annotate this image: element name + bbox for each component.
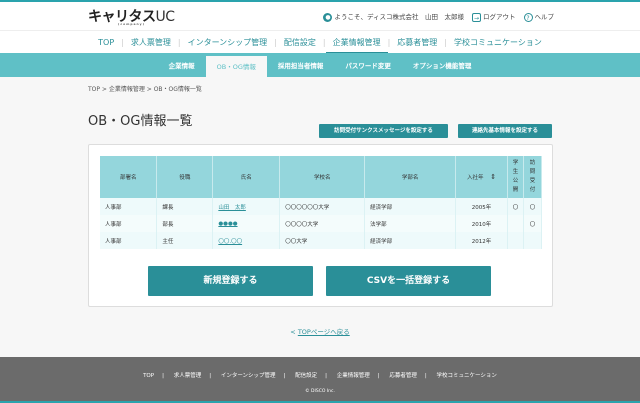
footer-link-job-postings[interactable]: 求人票管理 — [174, 373, 202, 379]
header: キャリタスUC (company) ● ようこそ、ディスコ株式会社 山田 太郎様 →… — [0, 2, 640, 30]
cell-student-public — [507, 215, 524, 232]
sort-icon[interactable]: ⇕ — [490, 173, 496, 181]
main-nav: TOP | 求人票管理 | インターンシップ管理 | 配信設定 | 企業情報管理 | 応募… — [0, 30, 640, 54]
welcome: ● ようこそ、ディスコ株式会社 山田 太郎様 — [323, 11, 464, 22]
col-position: 役職 — [156, 156, 214, 198]
logout-label: ログアウト — [483, 13, 516, 21]
separator: | — [424, 373, 427, 379]
logo-uc: UC — [155, 9, 176, 25]
table-row: 人事部 主任 〇〇.〇〇 〇〇大学 経済学部 2012年 — [100, 232, 543, 249]
name-link[interactable]: 〇〇.〇〇 — [218, 239, 242, 245]
logo-sub: (company) — [118, 22, 145, 26]
cell-join-year: 2005年 — [455, 198, 508, 215]
chevron-left-icon: < — [290, 328, 298, 336]
separator: | — [283, 373, 286, 379]
col-student-public: 学生公開 — [507, 156, 524, 198]
nav-company-info[interactable]: 企業情報管理 — [325, 31, 388, 54]
nav-top[interactable]: TOP — [91, 31, 121, 54]
col-visit-accept: 訪問受付 — [523, 156, 543, 198]
cell-name: 〇〇.〇〇 — [212, 232, 281, 249]
back-to-top: < TOPページへ戻る — [0, 326, 640, 336]
page-title: OB・OG情報一覧 — [88, 114, 193, 129]
name-link[interactable]: ●●●● — [218, 221, 237, 227]
separator: | — [162, 373, 164, 379]
separator: | — [377, 373, 380, 379]
footer-link-internship[interactable]: インターンシップ管理 — [221, 373, 276, 379]
footer-link-school-communication[interactable]: 学校コミュニケーション — [437, 373, 497, 379]
tab-option-management[interactable]: オプション機能管理 — [402, 55, 483, 77]
sub-nav: 企業情報 OB・OG情報 採用担当者情報 パスワード変更 オプション機能管理 — [0, 53, 640, 77]
nav-internship[interactable]: インターンシップ管理 — [181, 31, 275, 54]
back-to-top-link[interactable]: TOPページへ戻る — [298, 328, 350, 336]
cell-position: 部長 — [156, 215, 214, 232]
cell-school: 〇〇〇〇大学 — [279, 215, 366, 232]
cell-department: 人事部 — [100, 215, 158, 232]
cell-faculty: 経済学部 — [364, 198, 457, 215]
nav-job-postings[interactable]: 求人票管理 — [124, 31, 178, 54]
contact-info-button[interactable]: 連絡先基本情報を設定する — [458, 124, 552, 138]
tab-ob-og-info[interactable]: OB・OG情報 — [205, 56, 267, 77]
col-join-year[interactable]: 入社年 ⇕ — [455, 156, 508, 198]
footer: TOP | 求人票管理 | インターンシップ管理 | 配信設定 | 企業情報管理 | 応募… — [0, 357, 640, 403]
cell-faculty: 法学部 — [364, 215, 457, 232]
help-label: ヘルプ — [534, 13, 555, 21]
cell-name: 山田 太郎 — [212, 198, 281, 215]
footer-link-applicants[interactable]: 応募者管理 — [389, 373, 417, 379]
cell-join-year: 2012年 — [455, 232, 508, 249]
cell-department: 人事部 — [100, 232, 158, 249]
logout-icon: → — [472, 12, 481, 22]
nav-school-communication[interactable]: 学校コミュニケーション — [447, 31, 549, 54]
student-public-label: 学生公開 — [512, 160, 519, 193]
footer-nav: TOP | 求人票管理 | インターンシップ管理 | 配信設定 | 企業情報管理 | 応募… — [0, 371, 640, 379]
cell-student-public — [507, 232, 524, 249]
join-year-label: 入社年 — [466, 175, 484, 181]
logout-link[interactable]: → ログアウト — [472, 11, 516, 22]
thanks-message-button[interactable]: 訪問受付サンクスメッセージを設定する — [319, 124, 448, 138]
footer-link-company-info[interactable]: 企業情報管理 — [337, 373, 370, 379]
copyright: © DISCO Inc. — [305, 389, 335, 394]
table-row: 人事部 課長 山田 太郎 〇〇〇〇〇〇大学 経済学部 2005年 〇 〇 — [100, 198, 543, 215]
col-faculty: 学部名 — [364, 156, 457, 198]
logo[interactable]: キャリタスUC (company) — [88, 6, 175, 26]
tab-password-change[interactable]: パスワード変更 — [334, 55, 402, 77]
footer-link-delivery[interactable]: 配信設定 — [295, 373, 317, 379]
separator: | — [325, 373, 328, 379]
csv-register-button[interactable]: CSVを一括登録する — [326, 266, 491, 296]
cell-student-public: 〇 — [507, 198, 524, 215]
new-register-button[interactable]: 新規登録する — [148, 266, 313, 296]
cell-faculty: 経済学部 — [364, 232, 457, 249]
col-department: 部署名 — [100, 156, 158, 198]
cell-position: 主任 — [156, 232, 214, 249]
help-link[interactable]: ? ヘルプ — [523, 11, 555, 22]
table-header-row: 部署名 役職 氏名 学校名 学部名 入社年 ⇕ 学生公開 訪問受付 — [100, 156, 543, 198]
cell-visit-accept — [523, 232, 543, 249]
separator: | — [209, 373, 212, 379]
cell-school: 〇〇大学 — [279, 232, 366, 249]
footer-link-top[interactable]: TOP — [143, 373, 154, 379]
cell-position: 課長 — [156, 198, 214, 215]
name-link[interactable]: 山田 太郎 — [218, 205, 246, 211]
cell-department: 人事部 — [100, 198, 158, 215]
cell-visit-accept: 〇 — [523, 198, 543, 215]
help-icon: ? — [523, 12, 533, 22]
user-icon: ● — [323, 12, 333, 22]
nav-delivery[interactable]: 配信設定 — [277, 31, 323, 54]
cell-join-year: 2010年 — [455, 215, 508, 232]
col-name: 氏名 — [212, 156, 281, 198]
cell-name: ●●●● — [212, 215, 281, 232]
cell-school: 〇〇〇〇〇〇大学 — [279, 198, 366, 215]
nav-applicants[interactable]: 応募者管理 — [390, 31, 444, 54]
cell-visit-accept: 〇 — [523, 215, 543, 232]
ob-og-table: 部署名 役職 氏名 学校名 学部名 入社年 ⇕ 学生公開 訪問受付 人事部 課長… — [100, 156, 543, 249]
col-school: 学校名 — [279, 156, 366, 198]
tab-recruiter-info[interactable]: 採用担当者情報 — [267, 55, 335, 77]
breadcrumb: TOP > 企業情報管理 > OB・OG情報一覧 — [88, 86, 202, 93]
table-row: 人事部 部長 ●●●● 〇〇〇〇大学 法学部 2010年 〇 — [100, 215, 543, 232]
welcome-text: ようこそ、ディスコ株式会社 山田 太郎様 — [334, 13, 464, 21]
tab-company-info[interactable]: 企業情報 — [158, 55, 206, 77]
visit-accept-label: 訪問受付 — [529, 160, 536, 193]
